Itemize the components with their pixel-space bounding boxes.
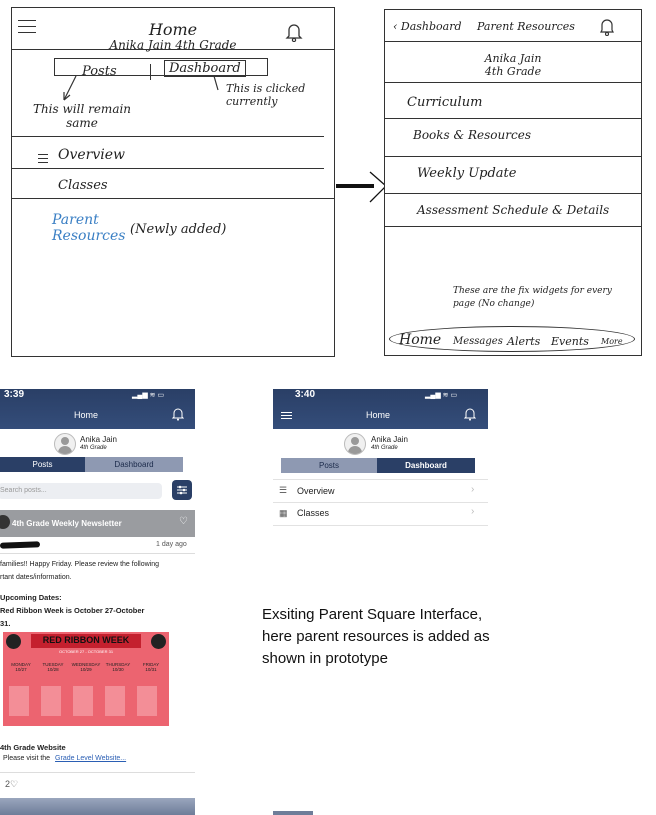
sketch-note-clicked: This is clicked currently (226, 82, 306, 108)
website-text: Please visit the Grade Level Website... (3, 755, 126, 762)
post-age: 1 day ago (156, 541, 187, 548)
post-body-line: families!! Happy Friday. Please review t… (0, 561, 159, 568)
sketch-item-classes[interactable]: Classes (58, 178, 108, 193)
student-name: Anika Jain (80, 435, 117, 444)
sketch-parent-resources: ‹ Dashboard Parent Resources Anika Jain … (384, 9, 642, 356)
heart-icon: ♡ (10, 779, 19, 789)
website-prefix: Please visit the (3, 755, 51, 762)
tab-dashboard[interactable]: Dashboard (85, 457, 183, 472)
banner-day: MONDAY 10/27 (11, 662, 31, 672)
phone-dashboard-screen: 3:40 ▂▄▆ ≋ ▭ Home Anika Jain 4th Grade P… (273, 389, 488, 539)
dashboard-item-classes[interactable]: ▦ Classes › (273, 503, 488, 525)
red-ribbon-banner: RED RIBBON WEEK OCTOBER 27 - OCTOBER 31 … (3, 632, 169, 726)
sketch-back-label: Dashboard (400, 20, 462, 33)
banner-illustrations (9, 686, 163, 716)
bell-icon[interactable] (599, 18, 615, 36)
redacted-author (0, 541, 41, 549)
post-card-header: 4th Grade Weekly Newsletter ♡ (0, 510, 195, 537)
bell-icon[interactable] (172, 408, 184, 421)
status-time: 3:40 (295, 389, 316, 400)
avatar (344, 433, 366, 455)
sketch-item-parent-resources[interactable]: Parent Resources (52, 212, 132, 244)
rrw-heading: Red Ribbon Week is October 27-October (0, 606, 145, 615)
dashboard-item-label: Overview (297, 486, 335, 496)
heart-icon[interactable]: ♡ (179, 516, 188, 527)
website-heading: 4th Grade Website (0, 743, 66, 752)
lion-icon (151, 634, 166, 649)
sketch-item-assessment[interactable]: Assessment Schedule & Details (417, 203, 609, 217)
list-icon: ☰ (279, 485, 288, 495)
sketch-note-widgets: These are the fix widgets for every page… (453, 286, 612, 309)
dashboard-item-label: Classes (297, 508, 330, 518)
header-bar: 3:40 ▂▄▆ ≋ ▭ Home (273, 389, 488, 429)
arrow-right-icon (336, 171, 387, 203)
bottom-bar (0, 798, 195, 815)
website-link[interactable]: Grade Level Website... (55, 755, 126, 762)
sketch-tab-dashboard[interactable]: Dashboard (164, 60, 246, 77)
sketch-item-books[interactable]: Books & Resources (413, 128, 531, 142)
bottom-bar-fragment (273, 811, 313, 815)
avatar (54, 433, 76, 455)
rrw-heading-2: 31. (0, 619, 11, 628)
sketch-back-link[interactable]: ‹ Dashboard (393, 20, 462, 33)
arrow-icon (213, 75, 219, 91)
header-title: Home (365, 410, 390, 420)
filter-button[interactable] (172, 480, 192, 500)
banner-day: WEDNESDAY 10/29 (71, 662, 101, 672)
sketch-right-grade: 4th Grade (484, 65, 542, 78)
dashboard-item-overview[interactable]: ☰ Overview › (273, 480, 488, 502)
post-body-line: rtant dates/information. (0, 574, 72, 581)
sketch-note-remain: This will remain same (32, 102, 132, 130)
chevron-right-icon: › (471, 506, 475, 517)
status-icons: ▂▄▆ ≋ ▭ (132, 392, 165, 399)
status-time: 3:39 (4, 389, 25, 400)
header-bar: 3:39 ▂▄▆ ≋ ▭ Home (0, 389, 195, 429)
header-title: Home (73, 410, 98, 420)
sketch-nav-more[interactable]: More (601, 337, 623, 346)
bell-icon[interactable] (285, 22, 303, 42)
banner-day: FRIDAY 10/31 (142, 662, 160, 672)
banner-dates: OCTOBER 27 - OCTOBER 31 (58, 649, 114, 654)
student-grade: 4th Grade (371, 445, 398, 451)
bell-icon[interactable] (464, 408, 476, 421)
tab-posts[interactable]: Posts (0, 457, 85, 472)
sketch-nav-alerts[interactable]: Alerts (507, 335, 540, 348)
sketch-nav-events[interactable]: Events (551, 335, 589, 348)
list-icon (38, 154, 48, 163)
sketch-item-overview[interactable]: Overview (58, 147, 125, 163)
upcoming-heading: Upcoming Dates: (0, 593, 62, 602)
banner-day: THURSDAY 10/30 (105, 662, 131, 672)
student-name: Anika Jain (371, 435, 408, 444)
sketch-note-new: (Newly added) (130, 222, 227, 237)
sketch-right-title: Parent Resources (477, 20, 575, 33)
sketch-nav-home[interactable]: Home (399, 332, 441, 348)
student-grade: 4th Grade (80, 445, 107, 451)
sliders-icon (177, 485, 187, 495)
banner-title: RED RIBBON WEEK (42, 635, 130, 645)
post-avatar (0, 515, 10, 529)
tab-dashboard[interactable]: Dashboard (377, 458, 475, 473)
chevron-right-icon: › (471, 484, 475, 495)
sketch-home-dashboard: Home Anika Jain 4th Grade Posts Dashboar… (11, 7, 335, 357)
book-icon: ▦ (279, 508, 288, 518)
arrow-icon (63, 75, 77, 101)
sketch-tab-posts[interactable]: Posts (82, 64, 117, 79)
lion-icon (6, 634, 21, 649)
search-input[interactable]: Search posts... (0, 483, 162, 499)
banner-day: TUESDAY 10/28 (42, 662, 64, 672)
like-count[interactable]: 2♡ (5, 779, 18, 790)
sketch-right-name: Anika Jain (484, 52, 542, 65)
post-title: 4th Grade Weekly Newsletter (12, 519, 122, 528)
sketch-item-curriculum[interactable]: Curriculum (407, 95, 482, 110)
status-icons: ▂▄▆ ≋ ▭ (425, 392, 458, 399)
sketch-nav-messages[interactable]: Messages (453, 336, 503, 347)
sketch-item-weekly-update[interactable]: Weekly Update (417, 166, 516, 181)
phone-posts-screen: 3:39 ▂▄▆ ≋ ▭ Home Anika Jain 4th Grade P… (0, 389, 195, 815)
tab-posts[interactable]: Posts (281, 458, 377, 473)
caption-text: Exsiting Parent Square Interface, here p… (262, 606, 490, 667)
